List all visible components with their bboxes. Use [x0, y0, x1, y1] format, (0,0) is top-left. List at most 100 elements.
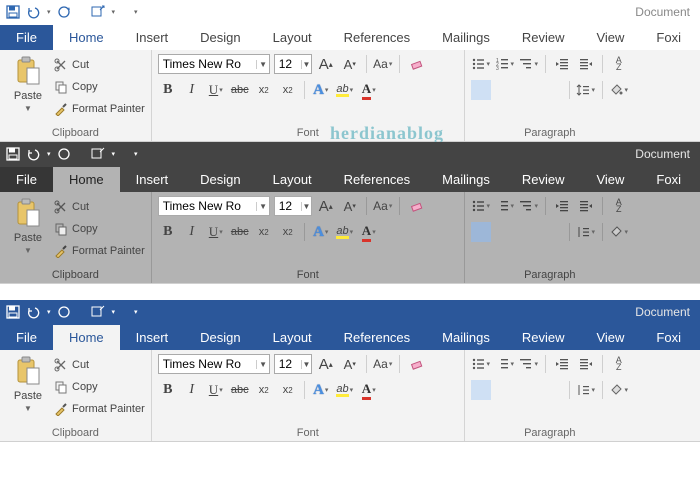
text-effects-button[interactable]: A▾ [311, 80, 331, 100]
subscript-button[interactable]: x2 [254, 222, 274, 242]
italic-button[interactable]: I [182, 222, 202, 242]
font-color-button[interactable]: A▾ [359, 380, 379, 400]
multilevel-list-button[interactable]: ▾ [519, 354, 539, 374]
paste-button[interactable]: Paste ▼ [6, 354, 50, 413]
font-name-input[interactable] [159, 199, 257, 213]
font-size-input[interactable] [275, 199, 301, 213]
redo-icon[interactable] [57, 5, 71, 19]
undo-dropdown[interactable]: ▾ [47, 150, 51, 158]
tab-layout[interactable]: Layout [257, 25, 328, 50]
strikethrough-button[interactable]: abc [230, 222, 250, 242]
grow-font-button[interactable]: A▴ [316, 196, 336, 216]
format-painter-button[interactable]: Format Painter [54, 100, 145, 118]
align-left-button[interactable] [471, 380, 491, 400]
shading-button[interactable]: ▾ [609, 380, 629, 400]
customize-icon[interactable] [91, 305, 105, 319]
clear-formatting-button[interactable] [406, 196, 426, 216]
font-name-input[interactable] [159, 57, 257, 71]
qat-dropdown[interactable]: ▾ [112, 150, 116, 158]
tab-layout[interactable]: Layout [257, 167, 328, 192]
tab-view[interactable]: View [580, 25, 640, 50]
font-name-combo[interactable]: ▼ [158, 354, 270, 374]
shrink-font-button[interactable]: A▾ [340, 54, 360, 74]
tab-insert[interactable]: Insert [120, 167, 185, 192]
bold-button[interactable]: B [158, 380, 178, 400]
shading-button[interactable]: ▾ [609, 80, 629, 100]
italic-button[interactable]: I [182, 380, 202, 400]
undo-icon[interactable] [26, 147, 40, 161]
font-name-dropdown-icon[interactable]: ▼ [256, 360, 268, 369]
tab-design[interactable]: Design [184, 325, 256, 350]
underline-button[interactable]: U▾ [206, 80, 226, 100]
redo-icon[interactable] [57, 147, 71, 161]
undo-dropdown[interactable]: ▾ [47, 8, 51, 16]
superscript-button[interactable]: x2 [278, 80, 298, 100]
tab-file[interactable]: File [0, 325, 53, 350]
tab-insert[interactable]: Insert [120, 325, 185, 350]
tab-mailings[interactable]: Mailings [426, 25, 506, 50]
align-justify-button[interactable] [543, 80, 563, 100]
bullets-button[interactable]: ▾ [471, 54, 491, 74]
tab-references[interactable]: References [328, 167, 426, 192]
font-name-combo[interactable]: ▼ [158, 54, 270, 74]
sort-button[interactable]: AZ [609, 354, 629, 374]
paste-button[interactable]: Paste ▼ [6, 54, 50, 113]
align-left-button[interactable] [471, 80, 491, 100]
align-right-button[interactable] [519, 380, 539, 400]
tab-review[interactable]: Review [506, 325, 581, 350]
save-icon[interactable] [6, 147, 20, 161]
copy-button[interactable]: Copy [54, 78, 145, 96]
tab-references[interactable]: References [328, 25, 426, 50]
copy-button[interactable]: Copy [54, 220, 145, 238]
paste-dropdown-icon[interactable]: ▼ [24, 246, 32, 255]
numbering-button[interactable]: ▾ [495, 196, 515, 216]
shading-button[interactable]: ▾ [609, 222, 629, 242]
qat-more[interactable]: ▾ [134, 308, 138, 316]
align-left-button[interactable] [471, 222, 491, 242]
strikethrough-button[interactable]: abc [230, 80, 250, 100]
cut-button[interactable]: Cut [54, 56, 145, 74]
underline-button[interactable]: U▾ [206, 380, 226, 400]
font-name-combo[interactable]: ▼ [158, 196, 270, 216]
qat-more[interactable]: ▾ [134, 8, 138, 16]
undo-dropdown[interactable]: ▾ [47, 308, 51, 316]
numbering-button[interactable]: 123▾ [495, 54, 515, 74]
bold-button[interactable]: B [158, 80, 178, 100]
tab-home[interactable]: Home [53, 325, 120, 350]
tab-references[interactable]: References [328, 325, 426, 350]
clear-formatting-button[interactable] [406, 54, 426, 74]
change-case-button[interactable]: Aa▾ [373, 354, 393, 374]
font-size-combo[interactable]: ▼ [274, 196, 312, 216]
qat-dropdown[interactable]: ▾ [112, 308, 116, 316]
line-spacing-button[interactable]: ▾ [576, 380, 596, 400]
highlight-button[interactable]: ab▾ [335, 80, 355, 100]
shrink-font-button[interactable]: A▾ [340, 196, 360, 216]
paste-dropdown-icon[interactable]: ▼ [24, 104, 32, 113]
clear-formatting-button[interactable] [406, 354, 426, 374]
superscript-button[interactable]: x2 [278, 380, 298, 400]
font-size-dropdown-icon[interactable]: ▼ [301, 360, 311, 369]
bullets-button[interactable]: ▾ [471, 354, 491, 374]
font-size-input[interactable] [275, 357, 301, 371]
undo-icon[interactable] [26, 5, 40, 19]
tab-design[interactable]: Design [184, 167, 256, 192]
change-case-button[interactable]: Aa▾ [373, 54, 393, 74]
text-effects-button[interactable]: A▾ [311, 222, 331, 242]
tab-view[interactable]: View [580, 325, 640, 350]
tab-view[interactable]: View [580, 167, 640, 192]
increase-indent-button[interactable] [576, 196, 596, 216]
font-size-input[interactable] [275, 57, 301, 71]
customize-icon[interactable] [91, 5, 105, 19]
font-size-dropdown-icon[interactable]: ▼ [301, 60, 311, 69]
tab-mailings[interactable]: Mailings [426, 325, 506, 350]
sort-button[interactable]: AZ [609, 54, 629, 74]
font-name-input[interactable] [159, 357, 257, 371]
format-painter-button[interactable]: Format Painter [54, 400, 145, 418]
customize-icon[interactable] [91, 147, 105, 161]
line-spacing-button[interactable]: ▾ [576, 80, 596, 100]
font-name-dropdown-icon[interactable]: ▼ [256, 202, 268, 211]
tab-foxit[interactable]: Foxi [640, 167, 697, 192]
multilevel-list-button[interactable]: ▾ [519, 196, 539, 216]
font-size-dropdown-icon[interactable]: ▼ [301, 202, 311, 211]
qat-dropdown[interactable]: ▾ [112, 8, 116, 16]
